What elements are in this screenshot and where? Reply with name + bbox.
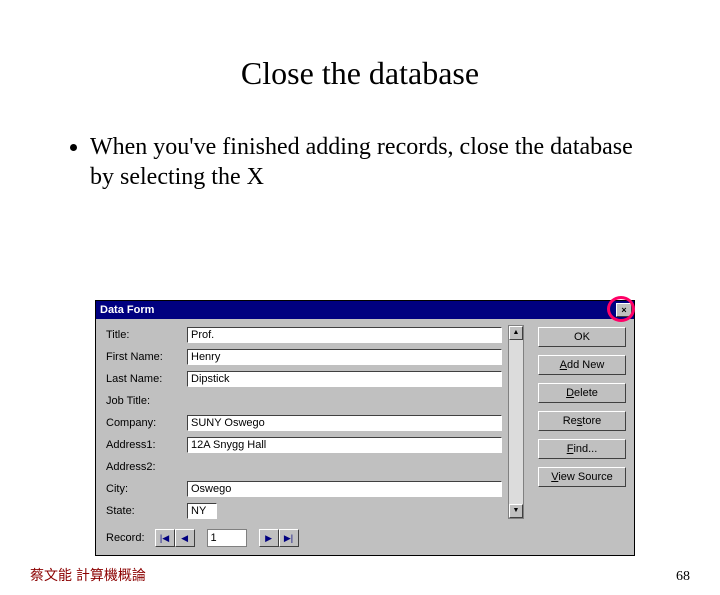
bullet-list: When you've finished adding records, clo… (70, 132, 650, 192)
field-job[interactable] (187, 393, 502, 409)
nav-prev-button[interactable]: ◀ (175, 529, 195, 547)
field-addr1[interactable]: 12A Snygg Hall (187, 437, 502, 453)
label-addr1: Address1: (106, 437, 181, 453)
field-company[interactable]: SUNY Oswego (187, 415, 502, 431)
label-last: Last Name: (106, 371, 181, 387)
ok-button[interactable]: OK (538, 327, 626, 347)
delete-button[interactable]: Delete (538, 383, 626, 403)
label-job: Job Title: (106, 393, 181, 409)
field-first[interactable]: Henry (187, 349, 502, 365)
label-state: State: (106, 503, 181, 519)
field-addr2[interactable] (187, 459, 502, 475)
close-button[interactable]: × (616, 303, 632, 317)
restore-button[interactable]: Restore (538, 411, 626, 431)
data-form-window: Data Form × Title: First Name: Last Name… (95, 300, 635, 556)
field-title[interactable]: Prof. (187, 327, 502, 343)
nav-next-button[interactable]: ▶ (259, 529, 279, 547)
bullet-item: When you've finished adding records, clo… (90, 132, 650, 192)
label-addr2: Address2: (106, 459, 181, 475)
add-new-label: dd New (567, 359, 604, 371)
add-new-button[interactable]: Add New (538, 355, 626, 375)
nav-last-button[interactable]: ▶| (279, 529, 299, 547)
slide-title: Close the database (0, 55, 720, 92)
nav-first-button[interactable]: |◀ (155, 529, 175, 547)
titlebar: Data Form × (96, 301, 634, 319)
scroll-down-icon[interactable]: ▼ (509, 504, 523, 518)
scrollbar[interactable]: ▲ ▼ (508, 325, 524, 519)
window-caption: Data Form (100, 304, 154, 316)
scroll-up-icon[interactable]: ▲ (509, 326, 523, 340)
label-title: Title: (106, 327, 181, 343)
page-number: 68 (676, 569, 690, 585)
record-label: Record: (106, 532, 145, 544)
label-city: City: (106, 481, 181, 497)
field-last[interactable]: Dipstick (187, 371, 502, 387)
field-city[interactable]: Oswego (187, 481, 502, 497)
record-number-field[interactable]: 1 (207, 529, 247, 547)
find-button[interactable]: Find... (538, 439, 626, 459)
view-source-button[interactable]: View Source (538, 467, 626, 487)
label-first: First Name: (106, 349, 181, 365)
field-state[interactable]: NY (187, 503, 217, 519)
label-company: Company: (106, 415, 181, 431)
footer-author: 蔡文能 計算機概論 (30, 565, 146, 585)
